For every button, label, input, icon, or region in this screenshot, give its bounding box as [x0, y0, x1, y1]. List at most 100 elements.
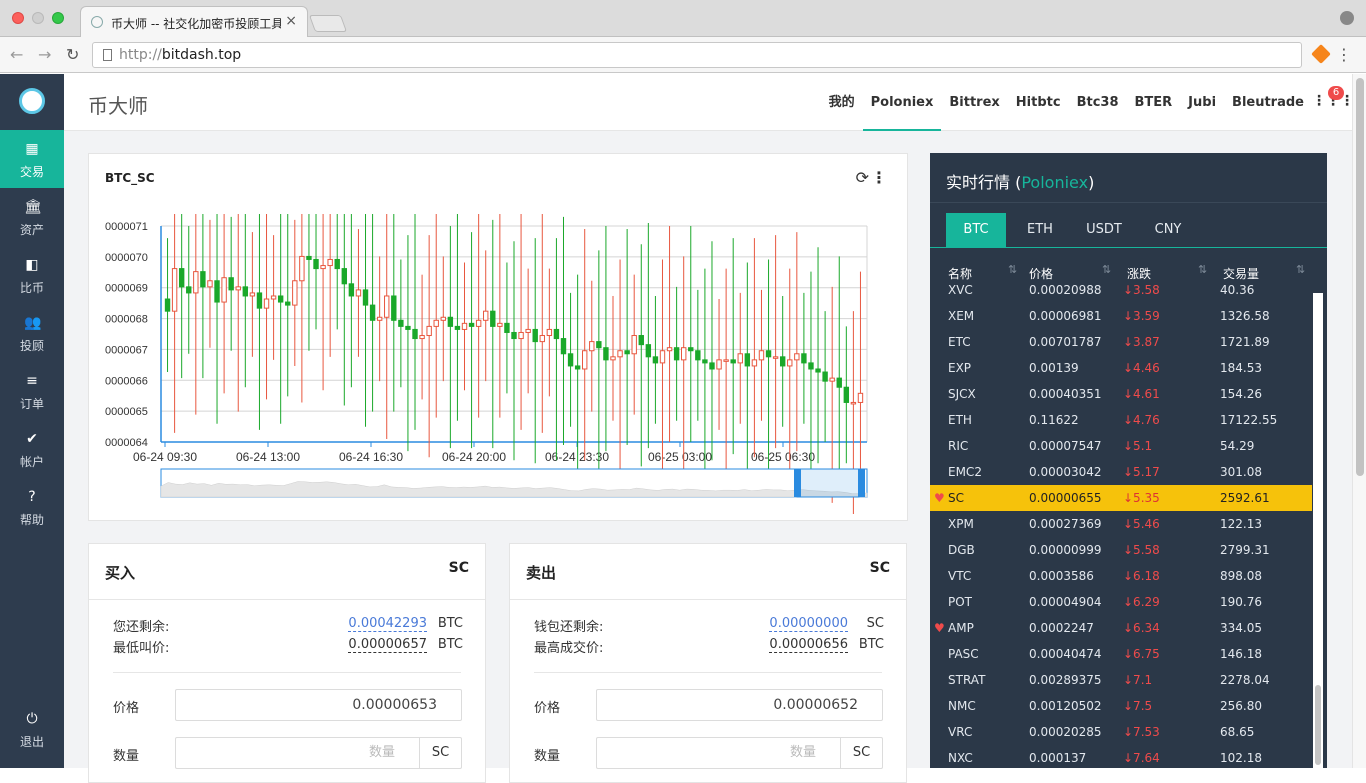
col-volume[interactable]: 交易量	[1223, 265, 1259, 282]
market-row[interactable]: VTC 0.0003586 ↓6.18 898.08	[930, 563, 1312, 589]
market-row[interactable]: XVC 0.00020988 ↓3.58 40.36	[930, 285, 1312, 303]
candle-body	[758, 350, 765, 361]
app-logo[interactable]	[19, 88, 45, 114]
market-row[interactable]: EXP 0.00139 ↓4.46 184.53	[930, 355, 1312, 381]
market-row[interactable]: VRC 0.00020285 ↓7.53 68.65	[930, 719, 1312, 745]
market-row[interactable]: RIC 0.00007547 ↓5.1 54.29	[930, 433, 1312, 459]
metamask-extension-icon[interactable]	[1311, 44, 1331, 64]
window-minimize-button[interactable]	[32, 12, 44, 24]
market-row[interactable]: STRAT 0.00289375 ↓7.1 2278.04	[930, 667, 1312, 693]
market-row[interactable]: ETH 0.11622 ↓4.76 17122.55	[930, 407, 1312, 433]
market-row[interactable]: EMC2 0.00003042 ↓5.17 301.08	[930, 459, 1312, 485]
address-bar[interactable]: http://bitdash.top	[92, 42, 1302, 68]
sidebar-item-5[interactable]: ✔ 帐户	[0, 420, 64, 478]
tab-close-icon[interactable]: ×	[285, 13, 297, 29]
forward-icon[interactable]: →	[38, 45, 51, 64]
new-tab-button[interactable]	[308, 15, 348, 32]
back-icon[interactable]: ←	[10, 45, 23, 64]
url-text[interactable]: http://bitdash.top	[119, 47, 241, 63]
sidebar-item-4[interactable]: ≡ 订单	[0, 362, 64, 420]
market-row[interactable]: XPM 0.00027369 ↓5.46 122.13	[930, 511, 1312, 537]
heart-icon[interactable]: ♥	[934, 485, 945, 511]
browser-tab-active[interactable]: 币大师 -- 社交化加密币投顾工具 ×	[80, 6, 308, 37]
buy-lowest-ask-value[interactable]: 0.00000657	[348, 637, 427, 653]
candle-body	[673, 347, 680, 361]
buy-balance-value[interactable]: 0.00042293	[348, 616, 427, 632]
market-tab-3[interactable]: CNY	[1138, 213, 1198, 247]
market-row[interactable]: ♥ SC 0.00000655 ↓5.35 2592.61	[930, 485, 1312, 511]
more-options-icon[interactable]: ⋮	[871, 168, 887, 187]
market-row[interactable]: PASC 0.00040474 ↓6.75 146.18	[930, 641, 1312, 667]
sort-icon[interactable]: ⇅	[1296, 263, 1305, 276]
coin-price: 0.11622	[1029, 413, 1079, 427]
exchange-tab-5[interactable]: BTER	[1127, 74, 1181, 131]
apps-grid-icon[interactable]: ⋮⋮⋮	[1312, 94, 1354, 108]
coin-name: ETC	[948, 335, 971, 349]
exchange-tab-2[interactable]: Bittrex	[941, 74, 1007, 131]
market-column-headers: 名称 ⇅ 价格 ⇅ 涨跌 ⇅ 交易量 ⇅	[930, 263, 1327, 285]
market-row[interactable]: ETC 0.00701787 ↓3.87 1721.89	[930, 329, 1312, 355]
reload-icon[interactable]: ↻	[66, 45, 79, 64]
navigator-handle-right	[858, 469, 865, 497]
candle-body	[405, 325, 411, 330]
sidebar-item-0[interactable]: ▦ 交易	[0, 130, 64, 188]
candle-body	[178, 268, 185, 288]
coin-volume: 898.08	[1220, 569, 1262, 583]
market-scrollbar[interactable]	[1313, 293, 1323, 768]
sort-icon[interactable]: ⇅	[1198, 263, 1207, 276]
candlestick-chart[interactable]: 0000064 0000065 0000066 0000067 0000068 00000…	[89, 214, 907, 514]
exchange-tab-4[interactable]: Btc38	[1069, 74, 1127, 131]
sell-price-input[interactable]: 0.00000652	[596, 689, 883, 721]
market-row[interactable]: NMC 0.00120502 ↓7.5 256.80	[930, 693, 1312, 719]
market-row[interactable]: POT 0.00004904 ↓6.29 190.76	[930, 589, 1312, 615]
col-price[interactable]: 价格	[1029, 265, 1053, 282]
sidebar-item-label: 退出	[19, 735, 44, 749]
exchange-tab-7[interactable]: Bleutrade	[1224, 74, 1312, 131]
y-tick-label: 0000071	[105, 221, 148, 233]
coin-volume: 102.18	[1220, 751, 1262, 765]
sidebar-item-2[interactable]: ◧ 比币	[0, 246, 64, 304]
market-row[interactable]: ♥ AMP 0.0002247 ↓6.34 334.05	[930, 615, 1312, 641]
exchange-tab-1[interactable]: Poloniex	[862, 74, 942, 131]
market-tab-2[interactable]: USDT	[1074, 213, 1134, 247]
sort-icon[interactable]: ⇅	[1008, 263, 1017, 276]
candle-body	[631, 335, 637, 355]
market-tab-1[interactable]: ETH	[1010, 213, 1070, 247]
sidebar-item-logout[interactable]: ⏻ 退出	[0, 700, 64, 758]
col-name[interactable]: 名称	[948, 265, 972, 282]
refresh-icon[interactable]: ⟳	[856, 168, 869, 187]
sidebar-item-1[interactable]: 🏛 资产	[0, 188, 64, 246]
sidebar-item-3[interactable]: 👥 投顾	[0, 304, 64, 362]
exchange-tab-3[interactable]: Hitbtc	[1008, 74, 1069, 131]
sort-icon[interactable]: ⇅	[1102, 263, 1111, 276]
scrollbar-thumb[interactable]	[1356, 78, 1364, 476]
sell-coin: SC	[869, 560, 890, 576]
sell-highest-bid-value[interactable]: 0.00000656	[769, 637, 848, 653]
candle-body	[525, 328, 531, 333]
coin-volume: 122.13	[1220, 517, 1262, 531]
market-row[interactable]: XEM 0.00006981 ↓3.59 1326.58	[930, 303, 1312, 329]
exchange-tab-6[interactable]: Jubi	[1180, 74, 1224, 131]
coin-volume: 17122.55	[1220, 413, 1278, 427]
market-row[interactable]: NXC 0.000137 ↓7.64 102.18	[930, 745, 1312, 768]
window-close-button[interactable]	[12, 12, 24, 24]
coin-price: 0.00004904	[1029, 595, 1102, 609]
page-scrollbar[interactable]	[1352, 74, 1366, 768]
app-sidebar: ▦ 交易 🏛 资产 ◧ 比币 👥 投顾 ≡ 订单 ✔ 帐户? 帮助 ⏻ 退出	[0, 74, 64, 768]
exchange-tab-0[interactable]: 我的	[821, 74, 863, 131]
buy-price-input[interactable]: 0.00000653	[175, 689, 462, 721]
sidebar-item-6[interactable]: ? 帮助	[0, 478, 64, 536]
brand-title[interactable]: 币大师	[88, 90, 148, 119]
browser-menu-icon[interactable]: ⋮	[1336, 45, 1352, 64]
page-info-icon[interactable]	[103, 49, 112, 61]
profile-icon[interactable]	[1340, 11, 1354, 25]
market-tab-0[interactable]: BTC	[946, 213, 1006, 247]
scrollbar-thumb[interactable]	[1315, 685, 1321, 765]
market-row[interactable]: DGB 0.00000999 ↓5.58 2799.31	[930, 537, 1312, 563]
window-maximize-button[interactable]	[52, 12, 64, 24]
market-row[interactable]: SJCX 0.00040351 ↓4.61 154.26	[930, 381, 1312, 407]
candle-body	[822, 371, 828, 382]
col-change[interactable]: 涨跌	[1127, 265, 1151, 282]
heart-icon[interactable]: ♥	[934, 615, 945, 641]
sell-balance-value[interactable]: 0.00000000	[769, 616, 848, 632]
